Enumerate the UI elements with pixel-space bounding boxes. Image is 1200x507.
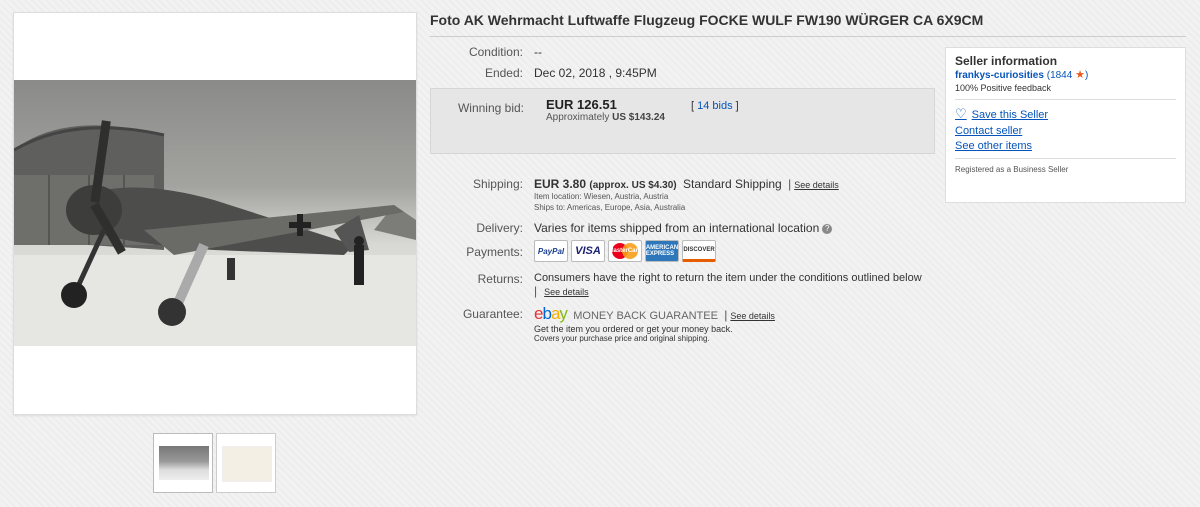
delivery-value: Varies for items shipped from an interna… (534, 221, 833, 235)
feedback-score: (1844 ★) (1047, 69, 1089, 81)
visa-icon: VISA (571, 240, 605, 262)
divider (955, 99, 1176, 100)
save-seller-link[interactable]: ♡ Save this Seller (955, 106, 1176, 122)
shipping-see-details-link[interactable]: See details (794, 180, 839, 190)
delivery-row: Delivery: Varies for items shipped from … (430, 221, 930, 235)
item-location: Item location: Wiesen, Austria, Austria (534, 192, 669, 201)
thumbnail-2-image (222, 446, 272, 482)
mastercard-icon: MasterCard (608, 240, 642, 262)
shipping-amount: EUR 3.80 (534, 177, 587, 191)
shipping-label: Shipping: (472, 177, 523, 191)
winning-bid-approx: Approximately US $143.24 (546, 112, 665, 123)
seller-info-heading: Seller information (955, 54, 1058, 68)
bid-count-open-bracket: [ (691, 100, 695, 112)
paypal-icon-label: PayPal (537, 246, 565, 256)
returns-text: Consumers have the right to return the i… (534, 272, 922, 284)
approx-usd-value: US $143.24 (612, 112, 665, 123)
bid-count: [ 14 bids ] (691, 100, 739, 112)
winning-bid-amount: EUR 126.51 (546, 97, 617, 112)
heart-icon: ♡ (955, 106, 967, 121)
ships-to: Ships to: Americas, Europe, Asia, Austra… (534, 203, 686, 212)
payments-row: Payments: PayPal VISA MasterCard AMERICA… (430, 240, 930, 262)
help-icon[interactable]: ? (822, 224, 833, 234)
guarantee-see-details-link[interactable]: See details (730, 311, 775, 321)
guarantee-row: Guarantee: ebay MONEY BACK GUARANTEE | Se… (430, 304, 930, 343)
separator: | (534, 284, 538, 298)
ended-row: Ended: Dec 02, 2018 , 9:45PM (430, 66, 930, 80)
seller-name-link[interactable]: frankys-curiosities (955, 70, 1044, 81)
separator: | (724, 308, 728, 322)
seller-info-box: Seller information frankys-curiosities (… (945, 47, 1186, 203)
shipping-row: Shipping: EUR 3.80 (approx. US $4.30) St… (430, 177, 930, 213)
discover-icon: DISCOVER (682, 240, 716, 262)
money-back-guarantee-text: MONEY BACK GUARANTEE (573, 310, 718, 322)
save-seller-label: Save this Seller (971, 109, 1049, 121)
thumbnail-2[interactable] (216, 433, 276, 493)
main-image-panel[interactable] (13, 12, 417, 415)
delivery-text: Varies for items shipped from an interna… (534, 221, 820, 235)
positive-feedback: 100% Positive feedback (955, 83, 1052, 93)
guarantee-line-2: Covers your purchase price and original … (534, 334, 710, 343)
condition-label: Condition: (468, 45, 523, 59)
shipping-value: EUR 3.80 (approx. US $4.30) Standard Shi… (534, 177, 839, 213)
ended-label: Ended: (484, 66, 523, 80)
star-icon: ★ (1075, 69, 1085, 81)
aircraft-photo-image (14, 120, 416, 346)
ended-value: Dec 02, 2018 , 9:45PM (534, 66, 657, 80)
visa-icon-label: VISA (575, 245, 601, 257)
guarantee-value: ebay MONEY BACK GUARANTEE | See details G… (534, 304, 775, 343)
bid-count-close-bracket: ] (735, 100, 739, 112)
guarantee-label: Guarantee: (462, 307, 523, 321)
condition-value: -- (534, 45, 542, 59)
amex-icon-label: AMERICAN EXPRESS (645, 245, 679, 257)
ebay-logo-b: b (542, 304, 552, 323)
approx-prefix: Approximately (546, 112, 610, 123)
shipping-service: Standard Shipping (682, 177, 782, 191)
condition-row: Condition: -- (430, 45, 930, 59)
ebay-logo-y: y (559, 304, 567, 323)
business-seller-note: Registered as a Business Seller (955, 165, 1069, 174)
guarantee-line-1: Get the item you ordered or get your mon… (534, 324, 733, 334)
returns-value: Consumers have the right to return the i… (534, 272, 922, 298)
winning-bid-box: Winning bid: EUR 126.51 Approximately US… (430, 88, 935, 154)
payment-methods: PayPal VISA MasterCard AMERICAN EXPRESS … (534, 240, 716, 262)
shipping-approx: (approx. US $4.30) (589, 180, 677, 191)
returns-row: Returns: Consumers have the right to ret… (430, 272, 950, 298)
amex-icon: AMERICAN EXPRESS (645, 240, 679, 262)
thumbnail-strip (153, 433, 276, 493)
item-title: Foto AK Wehrmacht Luftwaffe Flugzeug FOC… (430, 12, 1186, 37)
separator: | (788, 177, 792, 191)
thumbnail-1-image (159, 446, 209, 480)
paypal-icon: PayPal (534, 240, 568, 262)
mastercard-icon-label: MasterCard (608, 248, 642, 254)
see-other-items-link[interactable]: See other items (955, 140, 1176, 152)
winning-bid-label: Winning bid: (457, 101, 524, 115)
returns-see-details-link[interactable]: See details (544, 287, 589, 297)
contact-seller-link[interactable]: Contact seller (955, 125, 1176, 137)
discover-icon-label: DISCOVER (683, 247, 715, 253)
bid-history-link[interactable]: 14 bids (697, 100, 732, 112)
delivery-label: Delivery: (476, 221, 523, 235)
seller-name-line: frankys-curiosities (1844 ★) (955, 68, 1176, 81)
divider (955, 158, 1176, 159)
thumbnail-1[interactable] (153, 433, 213, 493)
aircraft-photo[interactable] (14, 80, 416, 346)
feedback-score-link[interactable]: 1844 (1050, 70, 1072, 81)
feedback-score-close: ) (1084, 70, 1089, 81)
payments-label: Payments: (466, 245, 523, 259)
returns-label: Returns: (477, 272, 523, 286)
ebay-logo: ebay (534, 304, 568, 323)
